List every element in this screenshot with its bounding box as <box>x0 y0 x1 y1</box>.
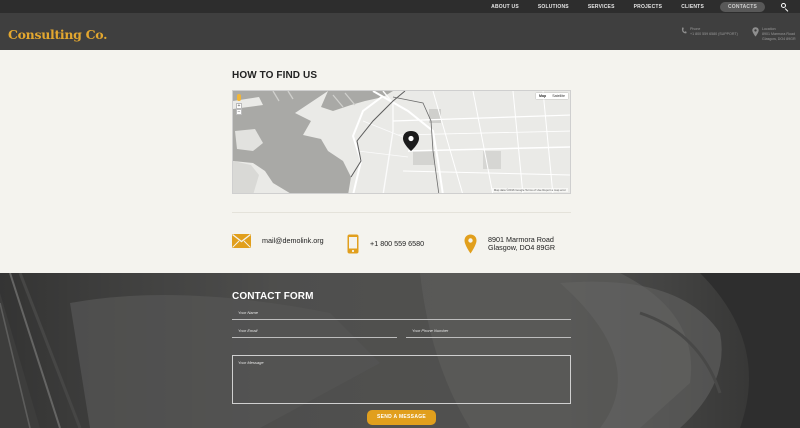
header-location-line1: 8901 Marmora Road <box>762 31 795 36</box>
nav-clients[interactable]: CLIENTS <box>681 4 704 10</box>
main-content: HOW TO FIND US Map Satellite + − Map dat… <box>0 50 800 273</box>
email-placeholder: Your Email <box>238 328 258 333</box>
location-pin-icon <box>464 234 477 254</box>
map-type-map[interactable]: Map <box>536 93 549 99</box>
location-pin-icon <box>752 27 759 37</box>
contact-email: mail@demolink.org <box>232 234 324 248</box>
map-type-satellite[interactable]: Satellite <box>549 93 568 99</box>
nav-about-us[interactable]: ABOUT US <box>491 4 519 10</box>
search-icon[interactable] <box>780 2 790 12</box>
header-location: Location 8901 Marmora Road Glasgow, DO4 … <box>752 27 796 41</box>
phone-input[interactable]: Your Phone Number <box>406 326 571 338</box>
phone-icon <box>681 27 687 34</box>
section-divider <box>232 212 571 213</box>
contact-phone-text[interactable]: +1 800 559 6580 <box>370 239 424 249</box>
email-input[interactable]: Your Email <box>232 326 397 338</box>
header-location-line2: Glasgow, DO4 89GR <box>762 36 796 41</box>
map-zoom-controls: + − <box>236 94 242 115</box>
site-logo[interactable]: Consulting Co. <box>8 27 107 42</box>
name-input[interactable]: Your Name <box>232 308 571 320</box>
nav-solutions[interactable]: SOLUTIONS <box>538 4 569 10</box>
phone-placeholder: Your Phone Number <box>412 328 449 333</box>
zoom-out-button[interactable]: − <box>236 109 242 115</box>
contact-phone: +1 800 559 6580 <box>347 234 424 254</box>
map-attribution[interactable]: Map data ©2016 Google Terms of Use Repor… <box>491 188 568 192</box>
contact-address: 8901 Marmora Road Glasgow, DO4 89GR <box>464 234 555 254</box>
contact-address-line2: Glasgow, DO4 89GR <box>488 243 556 252</box>
top-navbar: ABOUT US SOLUTIONS SERVICES PROJECTS CLI… <box>0 0 800 13</box>
message-placeholder: Your Message <box>238 360 264 365</box>
header-phone: Phone +1 800 559 6580 (SUPPORT) <box>681 27 738 37</box>
map-canvas <box>233 91 570 193</box>
contact-email-text[interactable]: mail@demolink.org <box>262 236 324 246</box>
header-phone-value: +1 800 559 6580 (SUPPORT) <box>690 31 738 36</box>
find-us-title: HOW TO FIND US <box>232 70 318 81</box>
nav-contacts[interactable]: CONTACTS <box>719 1 765 12</box>
mobile-phone-icon <box>347 234 359 254</box>
nav-projects[interactable]: PROJECTS <box>634 4 663 10</box>
nav-services[interactable]: SERVICES <box>588 4 615 10</box>
contact-form-title: CONTACT FORM <box>232 291 314 302</box>
main-nav: ABOUT US SOLUTIONS SERVICES PROJECTS CLI… <box>472 0 790 13</box>
location-map[interactable]: Map Satellite + − Map data ©2016 Google … <box>232 90 571 194</box>
background-photo <box>0 273 800 428</box>
site-header: Consulting Co. Phone +1 800 559 6580 (SU… <box>0 13 800 50</box>
envelope-icon <box>232 234 251 248</box>
street-view-pegman-icon[interactable] <box>237 94 241 101</box>
map-type-toggle: Map Satellite <box>536 93 568 99</box>
send-message-button[interactable]: SEND A MESSAGE <box>367 410 436 425</box>
message-textarea[interactable]: Your Message <box>232 355 571 404</box>
contact-form-section: CONTACT FORM Your Name Your Email Your P… <box>0 273 800 428</box>
name-placeholder: Your Name <box>238 310 259 315</box>
